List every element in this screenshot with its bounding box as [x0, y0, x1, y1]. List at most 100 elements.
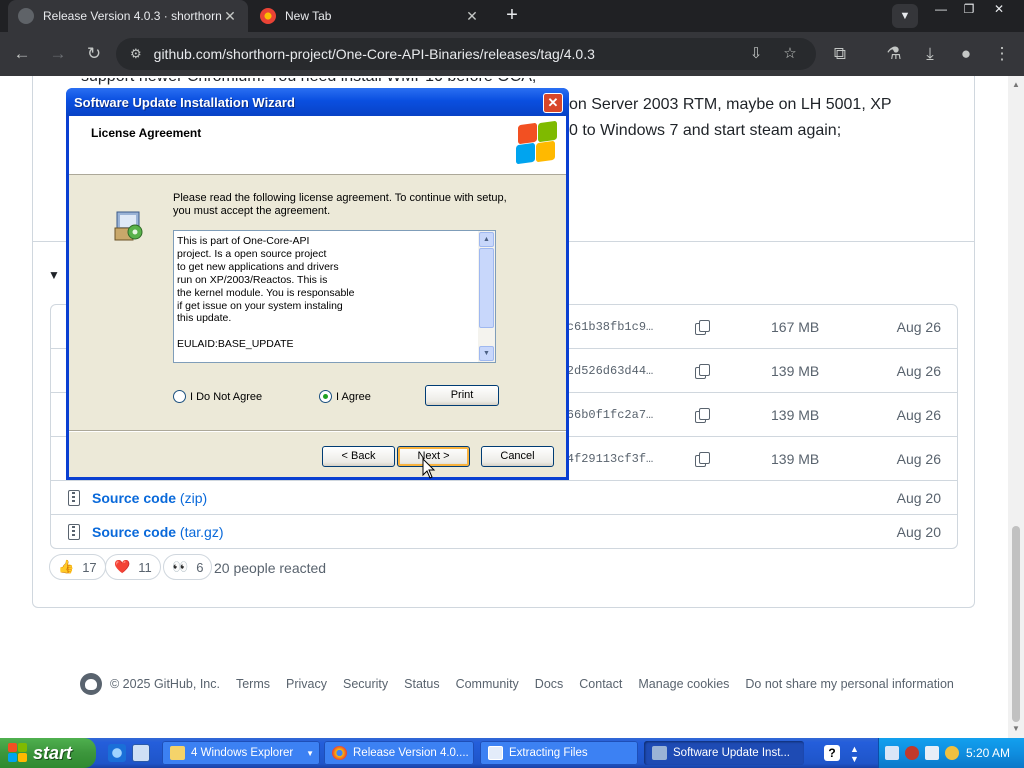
footer-link-community[interactable]: Community: [456, 677, 519, 691]
xp-taskbar: start 4 Windows Explorer ▼ Release Versi…: [0, 738, 1024, 768]
license-scrollbar[interactable]: ▲ ▼: [478, 231, 495, 362]
release-note-line: support newer Chromium. You need install…: [81, 76, 537, 85]
radio-button[interactable]: [173, 390, 186, 403]
print-button[interactable]: Print: [425, 385, 499, 406]
volume-icon[interactable]: [925, 746, 939, 760]
copy-icon[interactable]: [695, 452, 710, 467]
copy-icon[interactable]: [695, 364, 710, 379]
source-code-link[interactable]: Source code (zip): [92, 490, 207, 506]
reaction-eyes[interactable]: 👀 6: [163, 554, 213, 580]
group-arrow-icon: ▼: [306, 748, 314, 758]
cancel-button[interactable]: Cancel: [481, 446, 554, 467]
url-text[interactable]: github.com/shorthorn-project/One-Core-AP…: [154, 46, 595, 62]
close-tab-icon[interactable]: ✕: [222, 8, 238, 25]
copy-icon[interactable]: [695, 408, 710, 423]
page-scrollbar[interactable]: ▲ ▼: [1008, 76, 1024, 738]
back-arrow-icon[interactable]: ←: [8, 40, 36, 68]
start-button[interactable]: start: [0, 738, 96, 768]
labs-flask-icon[interactable]: ⚗: [880, 40, 908, 68]
address-bar[interactable]: ⚙ github.com/shorthorn-project/One-Core-…: [116, 38, 816, 70]
language-chevron-icon[interactable]: ▲ ▼: [850, 744, 859, 764]
license-text-box[interactable]: This is part of One-Core-API project. Is…: [173, 230, 496, 363]
asset-size: 139 MB: [771, 363, 820, 379]
reaction-heart[interactable]: ❤️ 11: [105, 554, 161, 580]
taskbar-item-label: Software Update Inst...: [673, 747, 790, 759]
scroll-down-arrow-icon[interactable]: ▼: [1008, 724, 1024, 733]
source-code-row[interactable]: Source code (tar.gz) Aug 20: [51, 515, 957, 549]
footer-link-security[interactable]: Security: [343, 677, 388, 691]
scrollbar-thumb[interactable]: [479, 248, 494, 328]
taskbar-item-software-update[interactable]: Software Update Inst...: [644, 741, 804, 765]
source-code-label: Source code: [92, 524, 177, 540]
footer-link-docs[interactable]: Docs: [535, 677, 563, 691]
start-label: start: [33, 742, 73, 763]
install-app-icon[interactable]: ⇩: [744, 42, 768, 66]
taskbar-item-extracting[interactable]: Extracting Files: [480, 741, 638, 765]
extensions-puzzle-icon[interactable]: ⧉: [826, 40, 854, 68]
source-date: Aug 20: [896, 490, 941, 506]
tab-search-chevron-icon[interactable]: ▼: [892, 4, 918, 28]
wizard-instructions: Please read the following license agreem…: [173, 192, 507, 217]
heart-icon: ❤️: [114, 559, 131, 574]
radio-agree[interactable]: I Agree: [319, 390, 371, 403]
footer-copyright: © 2025 GitHub, Inc.: [110, 677, 220, 691]
help-icon[interactable]: ?: [824, 745, 840, 761]
footer-link-do-not-share[interactable]: Do not share my personal information: [745, 677, 953, 691]
github-logo-icon[interactable]: [80, 673, 102, 695]
assets-caret-down-icon[interactable]: ▼: [48, 268, 60, 282]
asset-size: 139 MB: [771, 407, 820, 423]
footer-link-status[interactable]: Status: [404, 677, 439, 691]
tab-new-tab[interactable]: New Tab ✕: [250, 0, 490, 32]
reaction-thumbs-up[interactable]: 👍 17: [49, 554, 106, 580]
source-code-link[interactable]: Source code (tar.gz): [92, 524, 224, 540]
dialog-titlebar[interactable]: Software Update Installation Wizard: [66, 88, 569, 116]
copy-icon[interactable]: [695, 320, 710, 335]
thumbs-up-icon: 👍: [58, 559, 75, 574]
footer-link-manage-cookies[interactable]: Manage cookies: [638, 677, 729, 691]
radio-button-selected[interactable]: [319, 390, 332, 403]
source-code-row[interactable]: Source code (zip) Aug 20: [51, 481, 957, 515]
internet-explorer-icon[interactable]: [108, 744, 126, 762]
tab-release[interactable]: Release Version 4.0.3 · shorthorn-projec…: [8, 0, 248, 32]
taskbar-item-chrome[interactable]: Release Version 4.0....: [324, 741, 474, 765]
footer-link-terms[interactable]: Terms: [236, 677, 270, 691]
taskbar-item-explorer[interactable]: 4 Windows Explorer ▼: [162, 741, 320, 765]
taskbar-clock[interactable]: 5:20 AM: [966, 746, 1010, 760]
system-tray: 5:20 AM: [878, 738, 1024, 768]
windows-flag-icon: [514, 120, 558, 166]
bookmark-star-icon[interactable]: ☆: [778, 42, 802, 66]
minimize-icon[interactable]: —: [926, 0, 956, 20]
close-window-icon[interactable]: ✕: [984, 0, 1014, 20]
security-shield-icon[interactable]: [905, 746, 919, 760]
profile-avatar-icon[interactable]: ●: [952, 40, 980, 68]
folder-icon: [170, 746, 185, 760]
footer-link-privacy[interactable]: Privacy: [286, 677, 327, 691]
scroll-down-arrow-icon[interactable]: ▼: [479, 346, 494, 361]
reaction-summary: 20 people reacted: [214, 560, 327, 576]
search-icon[interactable]: [945, 746, 959, 760]
scroll-up-arrow-icon[interactable]: ▲: [1008, 80, 1024, 89]
downloads-icon[interactable]: ⤓: [916, 40, 944, 68]
chrome-icon: [332, 746, 347, 760]
scrollbar-thumb[interactable]: [1012, 526, 1020, 722]
menu-kebab-icon[interactable]: ⋮: [988, 40, 1016, 68]
close-tab-icon[interactable]: ✕: [464, 8, 480, 25]
restore-icon[interactable]: ❐: [954, 0, 984, 20]
scroll-up-arrow-icon[interactable]: ▲: [479, 232, 494, 247]
site-info-icon[interactable]: ⚙: [130, 46, 142, 62]
asset-date: Aug 26: [896, 319, 941, 335]
new-tab-plus-icon[interactable]: +: [500, 4, 524, 28]
forward-arrow-icon[interactable]: →: [44, 40, 72, 68]
file-zip-icon: [68, 490, 80, 506]
desktop-icon[interactable]: [132, 744, 150, 762]
dialog-separator: [69, 430, 566, 432]
footer-link-contact[interactable]: Contact: [579, 677, 622, 691]
reload-icon[interactable]: ↻: [80, 40, 108, 68]
radio-do-not-agree[interactable]: I Do Not Agree: [173, 390, 262, 403]
tab-title: New Tab: [285, 9, 332, 23]
chrome-favicon-icon: [260, 8, 276, 24]
dialog-close-icon[interactable]: ✕: [543, 93, 563, 113]
network-icon[interactable]: [885, 746, 899, 760]
back-button[interactable]: < Back: [322, 446, 395, 467]
reaction-count: 6: [196, 559, 204, 575]
